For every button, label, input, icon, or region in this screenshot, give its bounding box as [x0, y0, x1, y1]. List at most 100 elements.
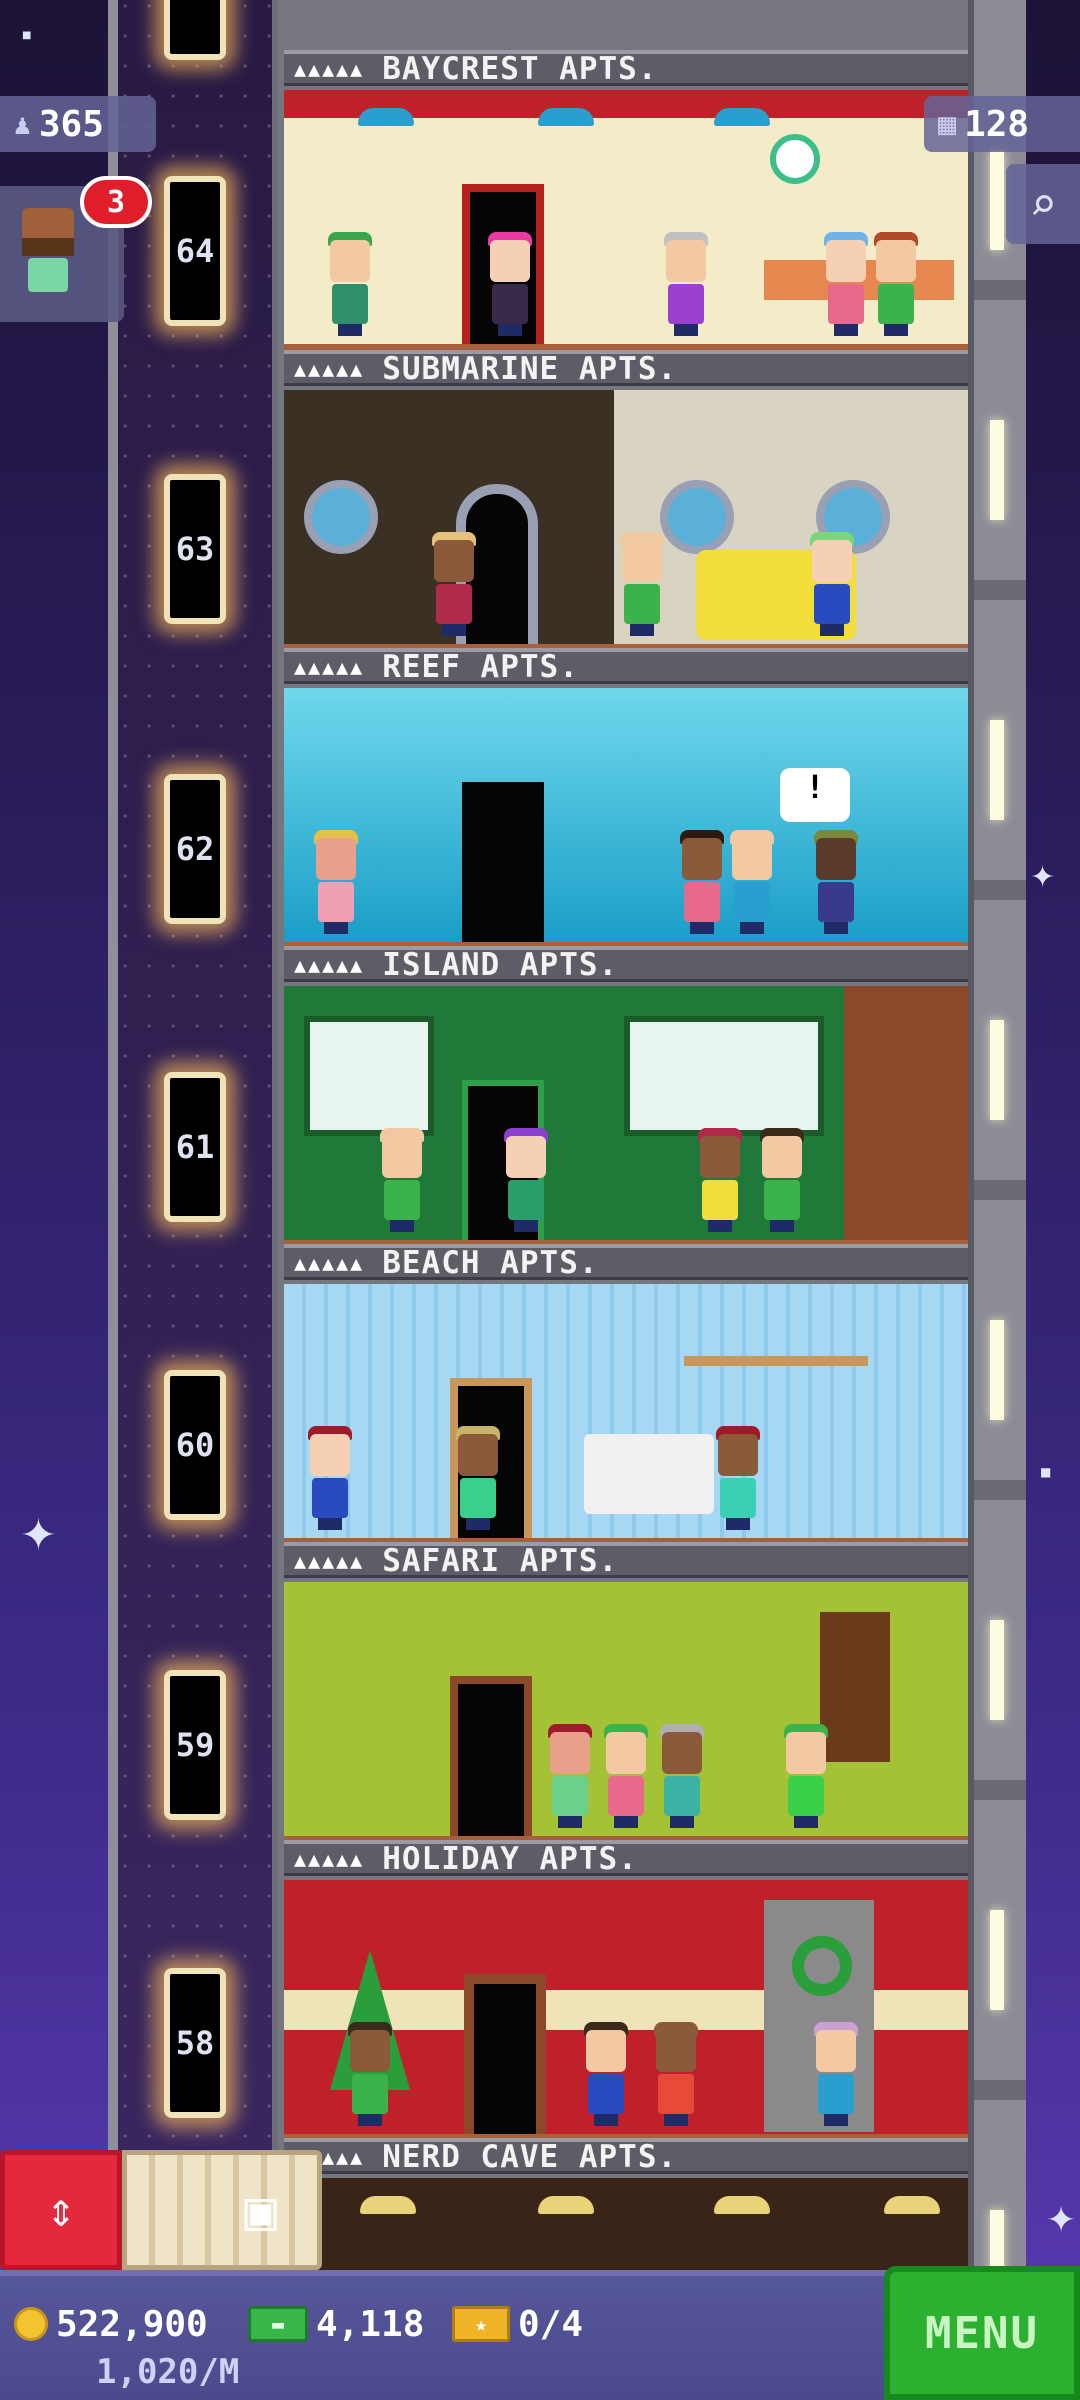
room-holiday[interactable]	[284, 1880, 968, 2142]
star-icon: ✦	[20, 1510, 57, 1561]
elevator-door-60[interactable]: 60	[164, 1370, 226, 1520]
floor-stars: ▲▲▲▲▲	[294, 1250, 365, 1275]
resident[interactable]	[380, 1128, 424, 1232]
wall-light	[990, 1910, 1004, 2010]
magnifier-icon: ⌕	[1029, 177, 1057, 231]
resident[interactable]	[664, 232, 708, 336]
star-icon: ✦	[1030, 860, 1056, 895]
resident[interactable]	[604, 1724, 648, 1828]
elevator-door-61[interactable]: 61	[164, 1072, 226, 1222]
wall-light	[990, 1320, 1004, 1420]
floor-stars: ▲▲▲▲▲	[294, 952, 365, 977]
population-counter[interactable]: ♟ 365	[0, 96, 156, 152]
floor-name: HOLIDAY APTS.	[382, 1840, 638, 1877]
vip-ticket-icon: ★	[452, 2306, 510, 2342]
resident[interactable]	[730, 830, 774, 934]
star-icon: ✦	[1046, 2200, 1077, 2241]
resident[interactable]	[814, 830, 858, 934]
box-icon: ▣	[244, 2178, 277, 2242]
floor-stars: ▲▲▲▲▲	[294, 654, 365, 679]
resident[interactable]	[584, 2022, 628, 2126]
elevator-door-63[interactable]: 63	[164, 474, 226, 624]
clock-icon	[770, 134, 820, 184]
coins-counter[interactable]: 522,900	[14, 2302, 208, 2346]
resident[interactable]	[308, 1426, 352, 1530]
bux-value: 4,118	[316, 2303, 425, 2345]
resident[interactable]	[760, 1128, 804, 1232]
star-icon: ■	[22, 30, 32, 41]
elevator-door-64[interactable]	[164, 0, 226, 60]
wooden-shutter	[820, 1612, 890, 1762]
elevator-door-62[interactable]: 62	[164, 774, 226, 924]
tickets-counter[interactable]: ★ 0/4	[452, 2302, 583, 2346]
room-reef[interactable]: !	[284, 688, 968, 950]
resident[interactable]	[660, 1724, 704, 1828]
floor-label: ▲▲▲▲▲ REEF APTS.	[284, 648, 968, 685]
ceiling-lamp	[538, 108, 594, 126]
elevator-door-58[interactable]: 58	[164, 1968, 226, 2118]
elevator-door-64[interactable]: 64	[164, 176, 226, 326]
menu-label: MENU	[925, 2307, 1039, 2359]
floor-name: REEF APTS.	[382, 648, 579, 685]
room-nerd-cave[interactable]	[284, 2178, 968, 2272]
resident[interactable]	[680, 830, 724, 934]
room-island[interactable]	[284, 986, 968, 1248]
resident[interactable]	[432, 532, 476, 636]
build-button[interactable]: ▣	[122, 2150, 322, 2270]
wall-shelf	[684, 1356, 868, 1366]
resident[interactable]	[716, 1426, 760, 1530]
floor-counter[interactable]: ▦ 128	[924, 96, 1080, 152]
resident[interactable]	[504, 1128, 548, 1232]
resident[interactable]	[824, 232, 868, 336]
resident[interactable]	[784, 1724, 828, 1828]
room-beach[interactable]	[284, 1284, 968, 1546]
elevator-floor-number: 61	[175, 1128, 215, 1166]
elevator-button[interactable]: ⇕	[0, 2150, 122, 2270]
room-submarine[interactable]	[284, 390, 968, 652]
resident[interactable]	[874, 232, 918, 336]
floor-stars: ▲▲▲▲▲	[294, 356, 365, 381]
elevator-floor-number: 62	[175, 830, 215, 868]
resident[interactable]	[314, 830, 358, 934]
resident[interactable]	[698, 1128, 742, 1232]
elevator-floor-number: 60	[175, 1426, 215, 1464]
floor-stars: ▲▲▲▲▲	[294, 56, 365, 81]
up-down-arrows-icon: ⇕	[46, 2182, 76, 2238]
bux-counter[interactable]: ▬ 4,118	[248, 2302, 424, 2346]
floor-label: ▲▲▲▲▲ ISLAND APTS.	[284, 946, 968, 983]
window	[624, 1016, 824, 1136]
room-baycrest[interactable]	[284, 90, 968, 352]
floor-label: ▲▲▲▲▲ SAFARI APTS.	[284, 1542, 968, 1579]
coin-icon	[14, 2307, 48, 2341]
search-button[interactable]: ⌕	[1006, 164, 1080, 244]
porthole-icon	[660, 480, 734, 554]
room-safari[interactable]	[284, 1582, 968, 1844]
floor-name: NERD CAVE APTS.	[382, 2138, 678, 2175]
floor-name: SAFARI APTS.	[382, 1542, 619, 1579]
wall-light	[990, 1620, 1004, 1720]
resident[interactable]	[456, 1426, 500, 1530]
resident[interactable]	[620, 532, 664, 636]
wall-light	[990, 420, 1004, 520]
floor-label: ▲▲▲▲▲ HOLIDAY APTS.	[284, 1840, 968, 1877]
elevator-door-59[interactable]: 59	[164, 1670, 226, 1820]
tickets-value: 0/4	[518, 2303, 584, 2345]
resident[interactable]	[488, 232, 532, 336]
floor-name: BEACH APTS.	[382, 1244, 599, 1281]
room-door	[450, 1676, 532, 1836]
resident[interactable]	[810, 532, 854, 636]
resident[interactable]	[814, 2022, 858, 2126]
resident[interactable]	[548, 1724, 592, 1828]
elevator-floor-number: 59	[175, 1726, 215, 1764]
notification-count: 3	[106, 184, 126, 220]
elevator-floor-number: 58	[175, 2024, 215, 2062]
notification-badge: 3	[80, 176, 152, 228]
resident[interactable]	[348, 2022, 392, 2126]
resident[interactable]	[328, 232, 372, 336]
room-door	[464, 1974, 546, 2134]
floor-label: ▲▲▲▲▲ SUBMARINE APTS.	[284, 350, 968, 387]
resident[interactable]	[654, 2022, 698, 2126]
building-icon: ▦	[938, 106, 957, 142]
menu-button[interactable]: MENU	[884, 2266, 1080, 2400]
room-door	[462, 782, 544, 942]
